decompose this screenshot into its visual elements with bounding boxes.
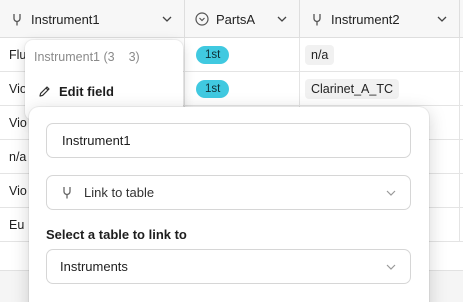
- link-field-icon: [310, 12, 324, 26]
- app-root: Instrument1 PartsA Instrument2 Flu 1st n…: [0, 0, 463, 302]
- column-header-label: PartsA: [216, 11, 256, 27]
- cell-partsa[interactable]: 1st: [185, 72, 300, 106]
- link-field-icon: [10, 12, 24, 26]
- pencil-icon: [37, 84, 51, 98]
- cell-text: n/a: [9, 150, 27, 164]
- chevron-down-icon[interactable]: [160, 12, 174, 26]
- linked-record-chip[interactable]: n/a: [305, 45, 335, 65]
- link-field-icon: [60, 186, 74, 200]
- edit-field-menu-item[interactable]: Edit field: [37, 81, 114, 101]
- cell-text: Vio: [9, 116, 27, 130]
- chevron-down-icon[interactable]: [435, 12, 449, 26]
- edit-field-label: Edit field: [59, 83, 114, 99]
- cell-text: Vio: [9, 184, 27, 198]
- column-header-partsa[interactable]: PartsA: [185, 0, 300, 38]
- context-menu-title-suffix: 3): [128, 50, 140, 64]
- grid-header-row: Instrument1 PartsA Instrument2: [0, 0, 463, 38]
- cell-instrument2[interactable]: Clarinet_A_TC: [300, 72, 460, 106]
- field-type-select[interactable]: Link to table: [46, 175, 411, 210]
- context-menu-title-text: Instrument1 (3: [34, 50, 115, 64]
- column-header-label: Instrument1: [31, 11, 100, 27]
- field-name-input[interactable]: Instrument1: [46, 123, 411, 158]
- chevron-down-icon: [384, 186, 398, 200]
- single-select-field-icon: [195, 12, 209, 26]
- column-header-instrument1[interactable]: Instrument1: [0, 0, 185, 38]
- option-pill: 1st: [196, 80, 230, 98]
- field-editor-dialog: Instrument1 Link to table Select a table…: [29, 107, 429, 302]
- cell-partsa[interactable]: 1st: [185, 38, 300, 72]
- cell-text: Flu: [9, 48, 27, 62]
- option-pill: 1st: [196, 46, 230, 64]
- chevron-down-icon[interactable]: [275, 12, 289, 26]
- link-table-select[interactable]: Instruments: [46, 249, 411, 284]
- field-name-value: Instrument1: [62, 133, 131, 148]
- selected-table-label: Instruments: [60, 259, 128, 274]
- field-type-label: Link to table: [84, 185, 155, 200]
- context-menu-title: Instrument1 (3 3): [34, 50, 140, 64]
- table-select-label: Select a table to link to: [46, 227, 187, 242]
- cell-instrument2[interactable]: n/a: [300, 38, 460, 72]
- cell-text: Eu: [9, 218, 25, 232]
- linked-record-chip[interactable]: Clarinet_A_TC: [305, 79, 399, 99]
- column-header-instrument2[interactable]: Instrument2: [300, 0, 460, 38]
- column-header-label: Instrument2: [331, 11, 400, 27]
- chevron-down-icon: [384, 260, 398, 274]
